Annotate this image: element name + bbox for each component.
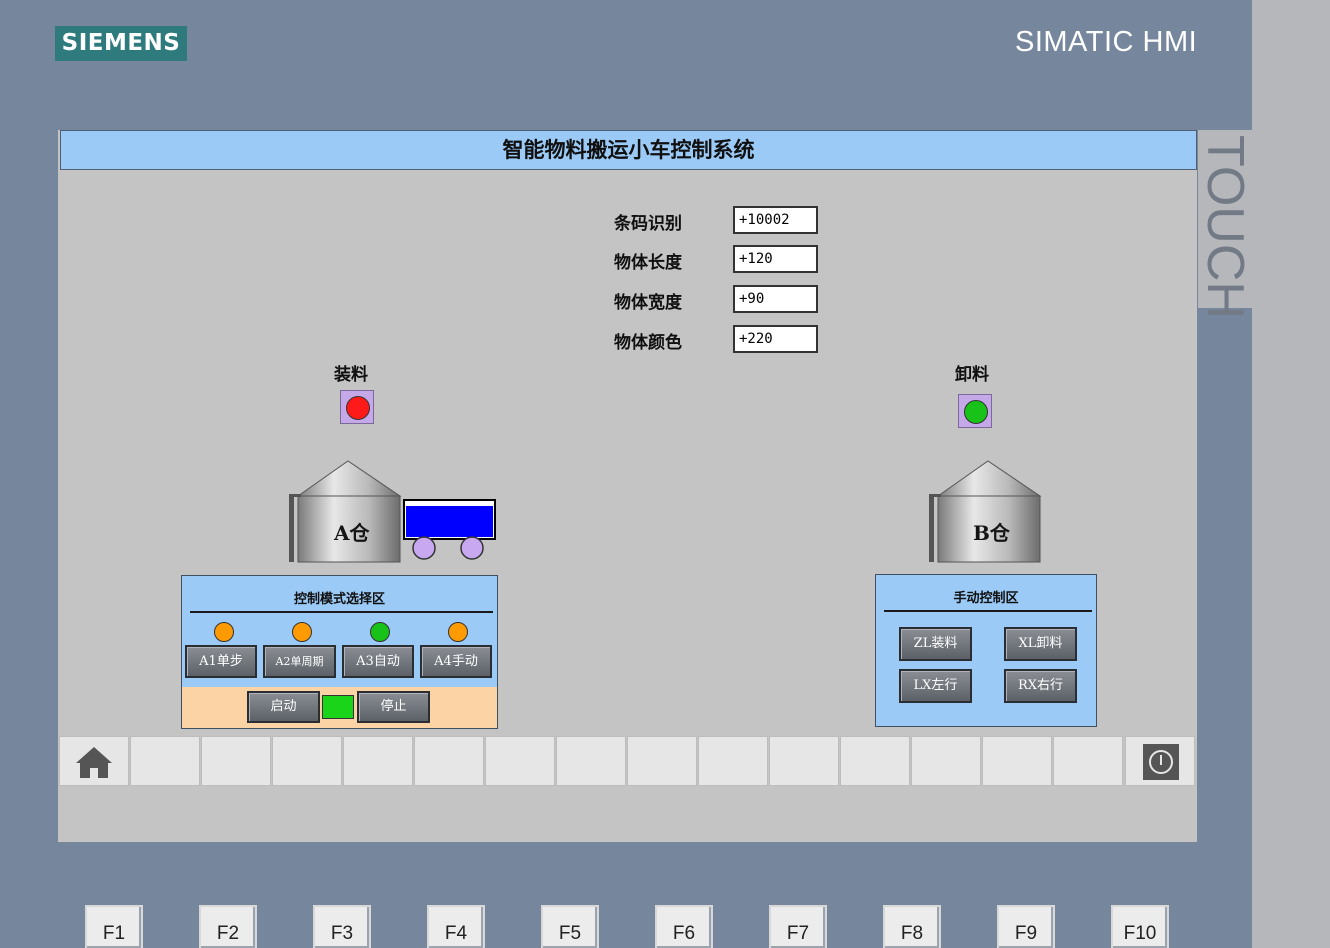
field-label-color: 物体颜色 — [614, 333, 682, 353]
mode-a3-button[interactable]: A3自动 — [342, 645, 414, 678]
function-key-f10[interactable]: F10 — [1111, 905, 1169, 948]
lx-move-left-button[interactable]: LX左行 — [899, 669, 972, 703]
field-width[interactable]: +90 — [733, 285, 818, 313]
rx-move-right-button[interactable]: RX右行 — [1004, 669, 1077, 703]
nav-key-empty[interactable] — [556, 736, 626, 786]
zl-load-button[interactable]: ZL装料 — [899, 627, 972, 661]
run-indicator — [322, 695, 354, 719]
function-key-f1[interactable]: F1 — [85, 905, 143, 948]
function-key-f4[interactable]: F4 — [427, 905, 485, 948]
nav-key-empty[interactable] — [1053, 736, 1123, 786]
mode-panel-title: 控制模式选择区 — [293, 592, 385, 607]
silo-a-label: A仓 — [334, 521, 370, 545]
siemens-logo: SIEMENS — [55, 26, 187, 61]
touch-label: TOUCH — [1196, 135, 1254, 319]
screen-title: 智能物料搬运小车控制系统 — [60, 130, 1197, 170]
nav-key-empty[interactable] — [272, 736, 342, 786]
nav-key-empty[interactable] — [130, 736, 200, 786]
mode-a4-button[interactable]: A4手动 — [420, 645, 492, 678]
nav-key-empty[interactable] — [414, 736, 484, 786]
load-lamp-dot — [346, 396, 370, 420]
nav-key-empty[interactable] — [343, 736, 413, 786]
mode-a1-button[interactable]: A1单步 — [185, 645, 257, 678]
field-label-barcode: 条码识别 — [614, 214, 682, 234]
function-key-f3[interactable]: F3 — [313, 905, 371, 948]
mode-panel-divider — [190, 611, 493, 613]
nav-key-empty[interactable] — [769, 736, 839, 786]
field-color[interactable]: +220 — [733, 325, 818, 353]
load-label: 装料 — [334, 365, 368, 385]
nav-key-empty[interactable] — [485, 736, 555, 786]
home-icon — [76, 747, 112, 778]
field-barcode[interactable]: +10002 — [733, 206, 818, 234]
manual-panel-title: 手动控制区 — [953, 591, 1019, 606]
hmi-bezel-side — [1252, 0, 1330, 948]
stop-button[interactable]: 停止 — [357, 691, 430, 723]
silo-b — [929, 460, 1042, 563]
silo-a — [289, 460, 402, 563]
nav-key-empty[interactable] — [698, 736, 768, 786]
mode-panel: 控制模式选择区 A1单步 A2单周期 A3自动 A4手动 启动 停止 — [181, 575, 498, 729]
nav-key-empty[interactable] — [201, 736, 271, 786]
cart — [403, 499, 496, 560]
function-key-f9[interactable]: F9 — [997, 905, 1055, 948]
function-key-f6[interactable]: F6 — [655, 905, 713, 948]
mode-a2-button[interactable]: A2单周期 — [263, 645, 336, 678]
mode-lamp-a4 — [448, 622, 468, 642]
xl-unload-button[interactable]: XL卸料 — [1004, 627, 1077, 661]
function-key-f2[interactable]: F2 — [199, 905, 257, 948]
load-lamp — [340, 390, 374, 424]
function-key-f5[interactable]: F5 — [541, 905, 599, 948]
power-button[interactable] — [1125, 736, 1195, 786]
unload-lamp-dot — [964, 400, 988, 424]
mode-lamp-a2 — [292, 622, 312, 642]
silo-b-label: B仓 — [973, 521, 1010, 545]
start-button[interactable]: 启动 — [247, 691, 320, 723]
field-label-length: 物体长度 — [614, 253, 682, 273]
nav-key-empty[interactable] — [982, 736, 1052, 786]
function-key-f7[interactable]: F7 — [769, 905, 827, 948]
unload-lamp — [958, 394, 992, 428]
power-icon — [1143, 744, 1179, 780]
function-key-f8[interactable]: F8 — [883, 905, 941, 948]
product-name: SIMATIC HMI — [1015, 26, 1198, 58]
nav-key-empty[interactable] — [627, 736, 697, 786]
nav-key-empty[interactable] — [840, 736, 910, 786]
mode-lamp-a3 — [370, 622, 390, 642]
nav-key-empty[interactable] — [911, 736, 981, 786]
home-button[interactable] — [59, 736, 129, 786]
unload-label: 卸料 — [955, 365, 989, 385]
manual-panel: 手动控制区 ZL装料 XL卸料 LX左行 RX右行 — [875, 574, 1097, 727]
mode-lamp-a1 — [214, 622, 234, 642]
field-label-width: 物体宽度 — [614, 293, 682, 313]
manual-panel-divider — [884, 610, 1092, 612]
field-length[interactable]: +120 — [733, 245, 818, 273]
